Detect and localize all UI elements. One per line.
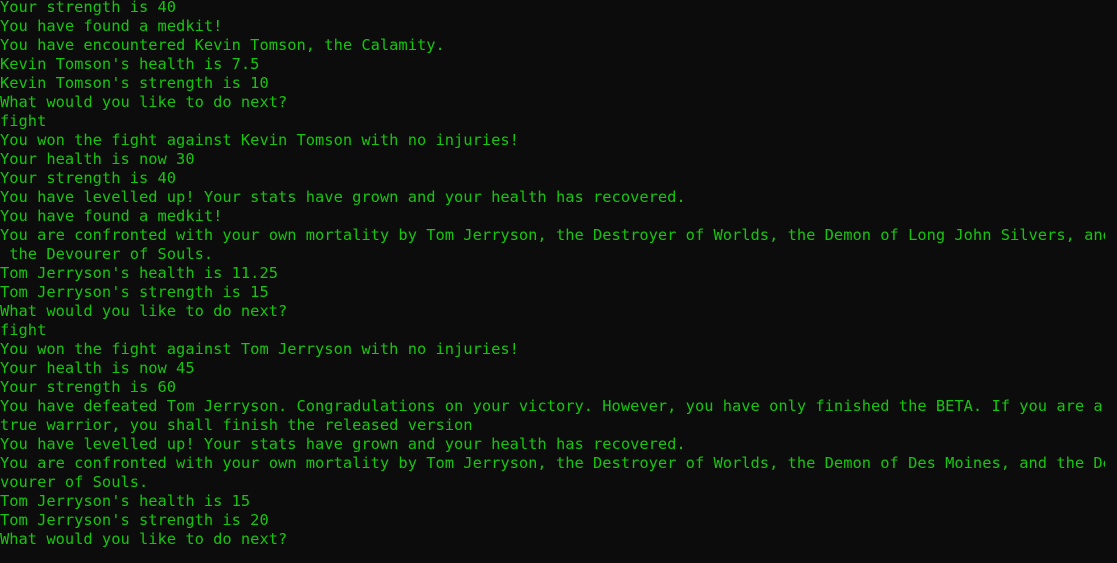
terminal-line: You are confronted with your own mortali… <box>0 454 1105 472</box>
terminal-output[interactable]: Your strength is 40 You have found a med… <box>0 0 1105 563</box>
terminal-line: vourer of Souls. <box>0 473 149 491</box>
terminal-line: You have found a medkit! <box>0 207 223 225</box>
terminal-line: Your health is now 45 <box>0 359 195 377</box>
terminal-line: You are confronted with your own mortali… <box>0 226 1105 244</box>
terminal-line: You have found a medkit! <box>0 17 223 35</box>
terminal-line: Tom Jerryson's strength is 15 <box>0 283 269 301</box>
terminal-line: Tom Jerryson's health is 11.25 <box>0 264 278 282</box>
terminal-line: Tom Jerryson's health is 15 <box>0 492 251 510</box>
terminal-line: You have defeated Tom Jerryson. Congradu… <box>0 397 1103 415</box>
terminal-line: Kevin Tomson's health is 7.5 <box>0 55 260 73</box>
terminal-line: Your strength is 60 <box>0 378 177 396</box>
terminal-line: You have levelled up! Your stats have gr… <box>0 188 686 206</box>
terminal-line: Your strength is 40 <box>0 0 177 16</box>
terminal-line: Tom Jerryson's strength is 20 <box>0 511 269 529</box>
terminal-line: What would you like to do next? <box>0 302 288 320</box>
terminal-line: You have levelled up! Your stats have gr… <box>0 435 686 453</box>
terminal-line: fight <box>0 112 47 130</box>
terminal-line: Your strength is 40 <box>0 169 177 187</box>
terminal-line: What would you like to do next? <box>0 530 288 548</box>
terminal-line: What would you like to do next? <box>0 93 288 111</box>
terminal-scrollbar[interactable] <box>1105 0 1117 563</box>
terminal-line: the Devourer of Souls. <box>0 245 214 263</box>
terminal-line: Your health is now 30 <box>0 150 195 168</box>
terminal-line: Kevin Tomson's strength is 10 <box>0 74 269 92</box>
terminal-line: true warrior, you shall finish the relea… <box>0 416 473 434</box>
terminal-line: fight <box>0 321 47 339</box>
terminal-line: You have encountered Kevin Tomson, the C… <box>0 36 445 54</box>
terminal-line: You won the fight against Tom Jerryson w… <box>0 340 519 358</box>
terminal-line: You won the fight against Kevin Tomson w… <box>0 131 519 149</box>
